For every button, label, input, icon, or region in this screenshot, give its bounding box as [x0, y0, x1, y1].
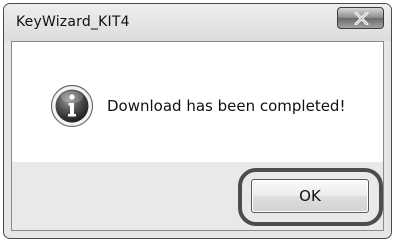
message-area: Download has been completed!	[12, 42, 383, 162]
close-button[interactable]	[337, 7, 384, 29]
window-title: KeyWizard_KIT4	[16, 14, 130, 30]
title-bar: KeyWizard_KIT4	[4, 4, 391, 41]
info-icon	[50, 84, 94, 128]
ok-button[interactable]: OK	[251, 179, 369, 213]
button-bar: OK	[12, 162, 383, 230]
close-icon	[354, 12, 369, 25]
message-dialog: KeyWizard_KIT4 Download has been complet…	[3, 3, 392, 239]
dialog-body: Download has been completed! OK	[11, 41, 384, 231]
message-text: Download has been completed!	[107, 97, 346, 115]
